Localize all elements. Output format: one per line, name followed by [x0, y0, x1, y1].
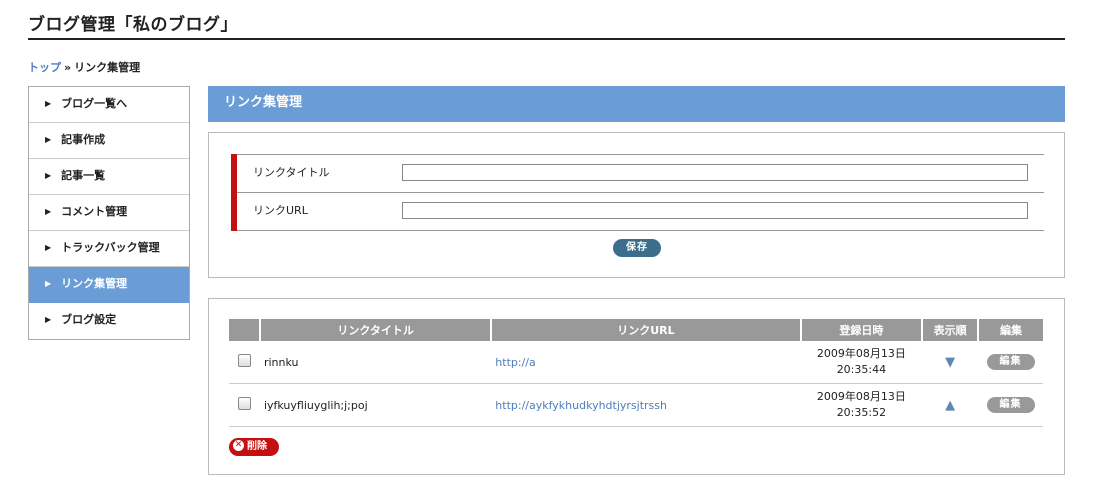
link-url[interactable]: http://a	[495, 356, 535, 369]
sidebar-item-label: リンク集管理	[61, 277, 128, 290]
sidebar-item-trackbacks[interactable]: ▶ トラックバック管理	[29, 231, 189, 267]
row-checkbox-cell	[229, 383, 260, 427]
header-display-order: 表示順	[921, 319, 978, 341]
link-url-cell: http://a	[491, 341, 801, 384]
header-registered-date: 登録日時	[799, 319, 923, 341]
breadcrumb-current: リンク集管理	[74, 61, 141, 74]
sidebar-item-label: ブログ一覧へ	[61, 97, 128, 110]
link-form-panel: リンクタイトル リンクURL 保存	[208, 132, 1065, 278]
breadcrumb: トップ» リンク集管理	[28, 59, 140, 75]
triangle-right-icon: ▶	[45, 135, 52, 144]
registered-date-cell: 2009年08月13日 20:35:52	[800, 383, 923, 427]
triangle-right-icon: ▶	[45, 99, 52, 108]
edit-cell: 編集	[978, 383, 1043, 427]
sidebar-item-post-list[interactable]: ▶ 記事一覧	[29, 159, 189, 195]
header-checkbox-col	[229, 319, 260, 341]
triangle-right-icon: ▶	[45, 315, 52, 324]
display-order-cell: ▼	[922, 341, 978, 384]
save-button[interactable]: 保存	[613, 239, 661, 257]
link-title-row: リンクタイトル	[237, 154, 1044, 192]
sidebar-item-label: 記事作成	[61, 133, 106, 146]
link-url-cell: http://aykfykhudkyhdtjyrsjtrssh	[491, 383, 801, 427]
link-url-row: リンクURL	[237, 192, 1044, 231]
sidebar-item-blog-settings[interactable]: ▶ ブログ設定	[29, 303, 189, 339]
display-order-cell: ▲	[922, 383, 978, 427]
registered-date: 2009年08月13日	[816, 347, 906, 360]
link-url[interactable]: http://aykfykhudkyhdtjyrsjtrssh	[495, 399, 667, 412]
registered-time: 20:35:44	[836, 363, 887, 376]
registered-date: 2009年08月13日	[816, 390, 906, 403]
section-header: リンク集管理	[208, 86, 1065, 122]
link-form: リンクタイトル リンクURL	[231, 154, 1044, 231]
sidebar-item-blog-list[interactable]: ▶ ブログ一覧へ	[29, 87, 189, 123]
sidebar-item-label: ブログ設定	[61, 313, 117, 326]
row-checkbox[interactable]	[237, 397, 251, 410]
header-link-title: リンクタイトル	[258, 319, 492, 341]
table-row: iyfkuyfliuyglih;j;poj http://aykfykhudky…	[229, 383, 1043, 427]
sidebar-item-label: 記事一覧	[61, 169, 106, 182]
move-down-icon[interactable]: ▼	[945, 355, 955, 370]
header-link-url: リンクURL	[490, 319, 801, 341]
header-edit: 編集	[977, 319, 1043, 341]
breadcrumb-home-link[interactable]: トップ	[28, 61, 61, 74]
table-row: rinnku http://a 2009年08月13日 20:35:44 ▼ 編集	[229, 341, 1043, 384]
sidebar-item-comments[interactable]: ▶ コメント管理	[29, 195, 189, 231]
delete-button[interactable]: ✕ 削除	[229, 438, 279, 456]
table-header-row: リンクタイトル リンクURL 登録日時 表示順 編集	[229, 319, 1043, 341]
sidebar: ▶ ブログ一覧へ ▶ 記事作成 ▶ 記事一覧 ▶ コメント管理 ▶ トラックバック管理 ▶…	[28, 86, 190, 340]
breadcrumb-separator: »	[64, 61, 72, 74]
links-table: リンクタイトル リンクURL 登録日時 表示順 編集 rinnku http:/…	[229, 319, 1043, 427]
edit-button[interactable]: 編集	[986, 354, 1035, 370]
triangle-right-icon: ▶	[45, 279, 52, 288]
triangle-right-icon: ▶	[45, 207, 52, 216]
link-title-cell: rinnku	[259, 341, 492, 384]
edit-button[interactable]: 編集	[986, 397, 1035, 413]
link-title-cell: iyfkuyfliuyglih;j;poj	[259, 383, 492, 427]
edit-cell: 編集	[978, 341, 1043, 384]
sidebar-item-label: コメント管理	[61, 205, 128, 218]
row-checkbox-cell	[229, 341, 260, 384]
triangle-right-icon: ▶	[45, 243, 52, 252]
page-title: ブログ管理「私のブログ」	[28, 12, 1065, 40]
link-url-input[interactable]	[402, 202, 1028, 219]
link-list-panel: リンクタイトル リンクURL 登録日時 表示順 編集 rinnku http:/…	[208, 298, 1065, 475]
link-title-input[interactable]	[402, 164, 1028, 181]
triangle-right-icon: ▶	[45, 171, 52, 180]
sidebar-item-create-post[interactable]: ▶ 記事作成	[29, 123, 189, 159]
row-checkbox[interactable]	[237, 354, 251, 367]
close-icon: ✕	[233, 439, 244, 451]
sidebar-item-label: トラックバック管理	[61, 241, 160, 254]
registered-date-cell: 2009年08月13日 20:35:44	[800, 341, 923, 384]
link-title-label: リンクタイトル	[253, 166, 330, 179]
link-url-label: リンクURL	[253, 204, 308, 217]
registered-time: 20:35:52	[836, 406, 887, 419]
move-up-icon[interactable]: ▲	[945, 398, 955, 413]
sidebar-item-links[interactable]: ▶ リンク集管理	[29, 267, 189, 303]
delete-label: 削除	[247, 441, 267, 452]
